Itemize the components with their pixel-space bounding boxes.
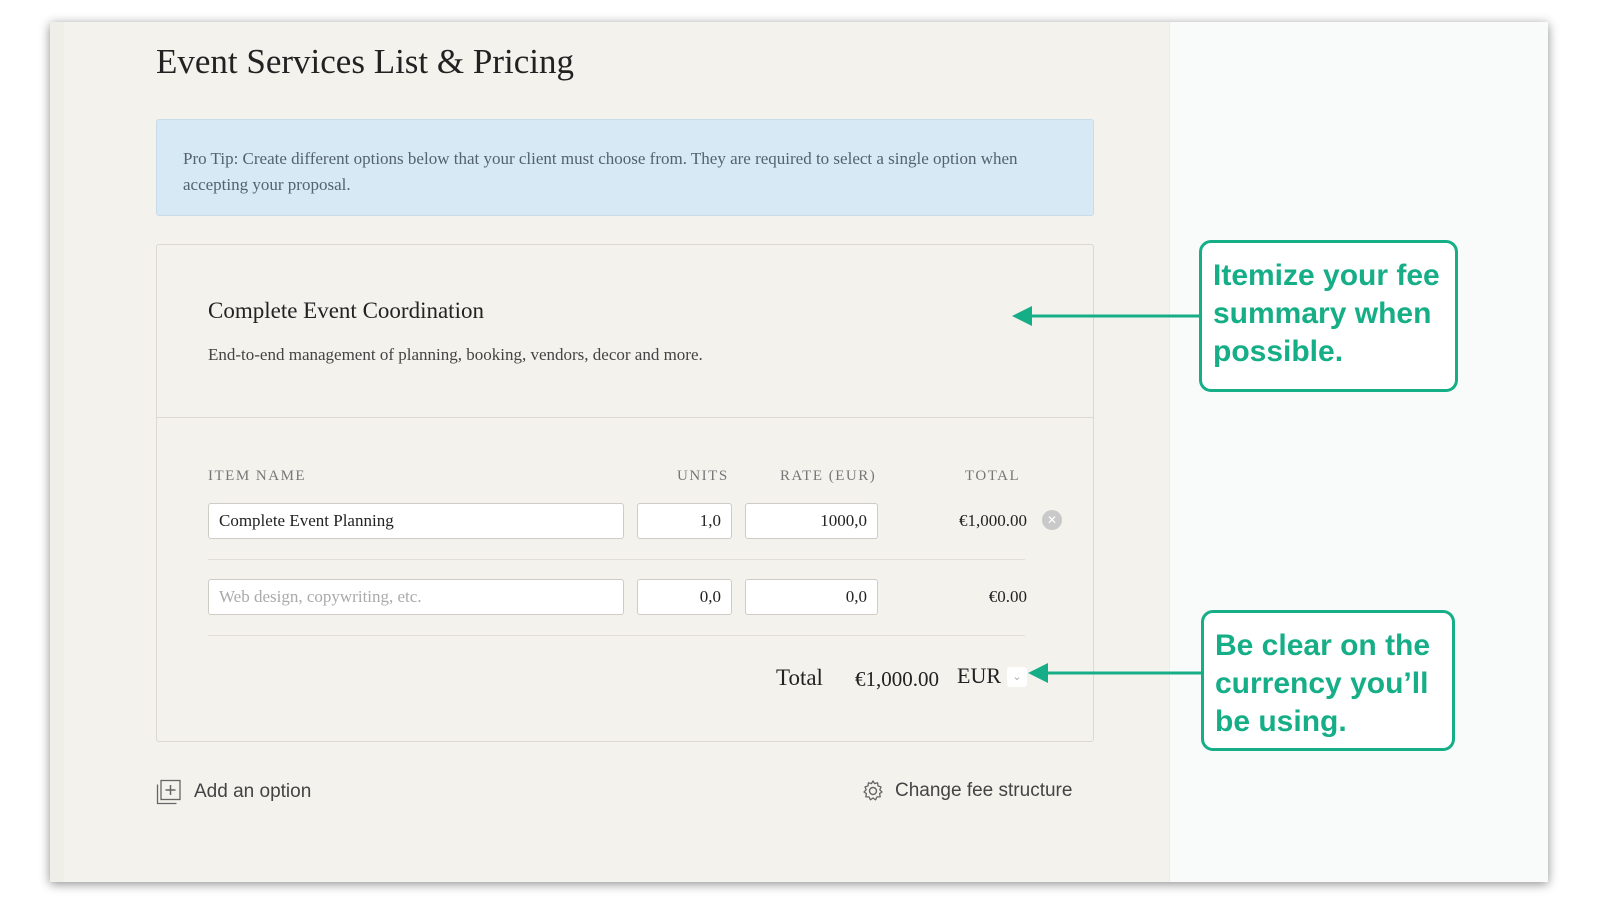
annotation-arrows <box>1012 306 1202 683</box>
arrow-left-icon <box>1028 663 1202 683</box>
callout-itemize: Itemize your fee summary when possible. <box>1199 240 1458 392</box>
callout-currency: Be clear on the currency you’ll be using… <box>1201 610 1455 751</box>
arrow-left-icon <box>1012 306 1200 326</box>
